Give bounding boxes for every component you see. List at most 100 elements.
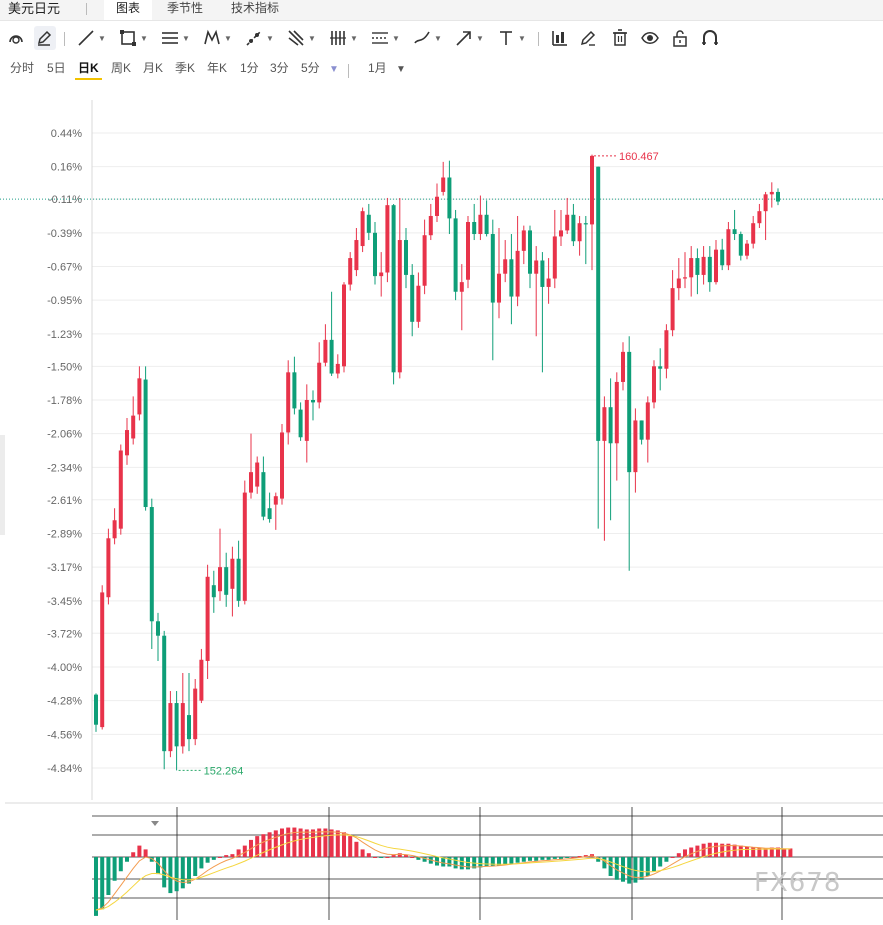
tab-chart[interactable]: 图表 xyxy=(104,0,153,20)
candle-body xyxy=(614,381,619,444)
candle-body xyxy=(342,284,346,367)
candle-body xyxy=(484,214,489,235)
macd-bar xyxy=(565,857,570,858)
candle-body xyxy=(211,585,216,598)
macd-bar xyxy=(205,857,210,863)
candle-body xyxy=(391,205,396,373)
macd-bar xyxy=(559,857,563,859)
candle-body xyxy=(379,272,384,277)
watermark-logo: FX678 xyxy=(754,868,842,898)
period-more-dropdown[interactable]: ▼ xyxy=(329,62,339,78)
chart-style-button[interactable] xyxy=(550,26,570,50)
macd-bar xyxy=(354,841,359,857)
period-yearly[interactable]: 年K xyxy=(207,60,227,76)
macd-bar xyxy=(230,854,235,857)
macd-bar xyxy=(404,855,408,857)
period-monthly[interactable]: 月K xyxy=(143,60,163,76)
period-3min[interactable]: 3分 xyxy=(270,60,289,76)
candle-body xyxy=(596,166,601,441)
candle-body xyxy=(354,240,359,271)
candle-body xyxy=(720,249,725,266)
pencil-tool-button[interactable] xyxy=(34,26,56,50)
macd-bar xyxy=(391,855,396,857)
candle-body xyxy=(267,508,272,520)
candle-body xyxy=(180,703,185,747)
macd-bar xyxy=(701,843,706,857)
tab-seasonality[interactable]: 季节性 xyxy=(155,0,215,20)
magnet-tool-button[interactable] xyxy=(6,26,28,50)
magnet-u-icon xyxy=(702,30,718,45)
edit-drawing-button[interactable] xyxy=(578,26,598,50)
rectangle-icon xyxy=(120,30,136,46)
ray-tool-button[interactable]: ▼ xyxy=(244,26,274,50)
macd-bar xyxy=(534,857,539,861)
period-5day[interactable]: 5日 xyxy=(47,60,66,76)
period-1min[interactable]: 1分 xyxy=(240,60,259,76)
macd-bar xyxy=(137,845,142,857)
chart-area[interactable]: 0.44% 0.16% -0.11% -0.39% -0.67% -0.95% -1.23%… xyxy=(0,100,883,920)
y-axis-tick-label: -0.95% xyxy=(47,295,82,307)
candle-body xyxy=(534,260,539,274)
candle-body xyxy=(335,363,340,374)
candle-body xyxy=(149,507,154,622)
toggle-visibility-button[interactable] xyxy=(640,26,660,50)
macd-bar xyxy=(143,849,148,857)
candle-body xyxy=(329,339,334,374)
macd-bar xyxy=(280,828,284,857)
pattern-tool-button[interactable]: ▼ xyxy=(202,26,232,50)
fork-tool-button[interactable]: ▼ xyxy=(286,26,316,50)
lock-drawings-button[interactable] xyxy=(670,26,690,50)
macd-bar xyxy=(373,857,377,858)
tab-technical-indicators[interactable]: 技术指标 xyxy=(219,0,291,20)
pattern-icon xyxy=(204,29,220,45)
period-selector: 分时 5日 日K 周K 月K 季K 年K 1分 3分 5分 ▼ 1月 ▼ xyxy=(0,56,883,82)
toolbar-separator xyxy=(64,32,65,46)
period-daily[interactable]: 日K xyxy=(78,60,99,76)
candlestick-chart[interactable]: 0.44% 0.16% -0.11% -0.39% -0.67% -0.95% -1.23%… xyxy=(0,100,883,920)
brush-icon xyxy=(414,31,430,44)
range-selector[interactable]: 1月 xyxy=(368,60,387,76)
period-5min[interactable]: 5分 xyxy=(301,60,320,76)
candle-body xyxy=(311,399,315,403)
macd-bar xyxy=(738,845,743,857)
y-axis-tick-label: -3.45% xyxy=(47,596,82,608)
rectangle-tool-button[interactable]: ▼ xyxy=(118,26,148,50)
candle-body xyxy=(776,191,780,202)
macd-bar xyxy=(788,848,793,857)
macd-collapse-icon xyxy=(151,821,159,826)
candle-body xyxy=(193,688,198,740)
chevron-down-icon: ▼ xyxy=(518,33,526,43)
snap-magnet-button[interactable] xyxy=(700,26,720,50)
candle-body xyxy=(658,366,663,369)
levels-tool-button[interactable]: ▼ xyxy=(370,26,400,50)
macd-bar xyxy=(521,857,526,862)
y-axis-tick-label: -4.84% xyxy=(47,763,82,775)
macd-bar xyxy=(193,857,198,876)
brush-tool-button[interactable]: ▼ xyxy=(412,26,442,50)
symbol-title: 美元日元 xyxy=(8,1,61,16)
macd-bar xyxy=(503,857,508,865)
candle-body xyxy=(701,256,706,275)
macd-bar xyxy=(689,847,694,857)
candle-body xyxy=(757,211,762,224)
period-weekly[interactable]: 周K xyxy=(111,60,131,76)
chevron-down-icon: ▼ xyxy=(182,33,190,43)
y-axis-tick-label: -0.67% xyxy=(47,261,82,273)
bars-tool-button[interactable]: ▼ xyxy=(328,26,358,50)
arrow-tool-button[interactable]: ▼ xyxy=(454,26,484,50)
y-axis-tick-label: -2.61% xyxy=(47,495,82,507)
candle-body xyxy=(571,214,576,242)
candle-body xyxy=(459,282,464,292)
macd-bar xyxy=(125,857,129,862)
macd-bar xyxy=(645,857,650,876)
period-quarterly[interactable]: 季K xyxy=(175,60,195,76)
text-tool-button[interactable]: ▼ xyxy=(496,26,526,50)
macd-bar xyxy=(509,857,514,864)
candle-body xyxy=(689,258,694,278)
trend-line-tool-button[interactable]: ▼ xyxy=(76,26,106,50)
chevron-down-icon: ▼ xyxy=(392,33,400,43)
period-intraday[interactable]: 分时 xyxy=(10,60,34,76)
channel-tool-button[interactable]: ▼ xyxy=(160,26,190,50)
delete-drawings-button[interactable] xyxy=(610,26,630,50)
range-dropdown-caret[interactable]: ▼ xyxy=(396,62,406,78)
